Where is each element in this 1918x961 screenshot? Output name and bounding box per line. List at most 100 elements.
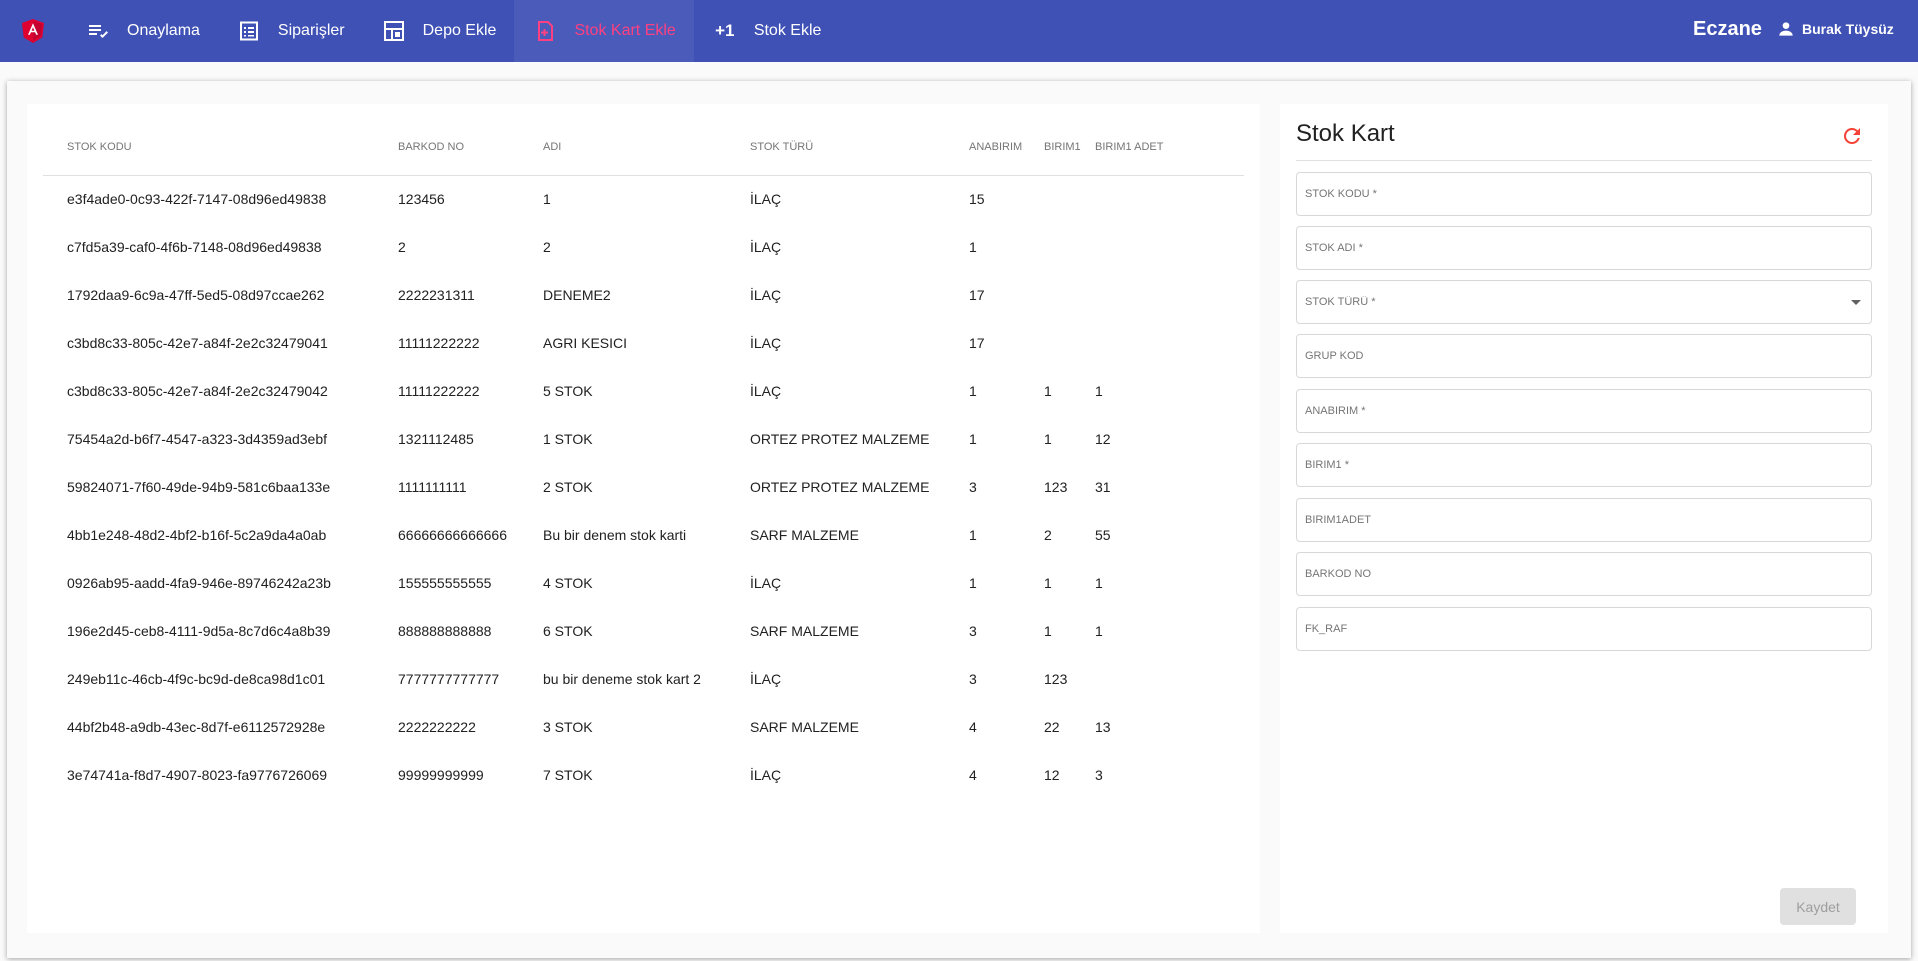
column-header[interactable]: BIRIM1 — [1044, 120, 1095, 176]
table-cell: 15 — [969, 191, 985, 208]
table-cell: 1 — [1095, 575, 1103, 591]
table-cell: 2 STOK — [543, 479, 593, 495]
nav-depo-ekle[interactable]: Depo Ekle — [363, 0, 515, 62]
table-cell — [1095, 655, 1244, 703]
stok-kodu-input[interactable] — [1297, 173, 1871, 215]
anabirim-input[interactable] — [1297, 390, 1871, 432]
dashboard-icon — [381, 18, 407, 44]
table-row[interactable]: c3bd8c33-805c-42e7-a84f-2e2c32479041 1111… — [43, 319, 1244, 367]
table-row[interactable]: e3f4ade0-0c93-422f-7147-08d96ed49838 1234… — [43, 175, 1244, 223]
table-cell: 155555555555 — [398, 575, 492, 591]
table-cell: İLAÇ — [750, 671, 782, 687]
table-cell: 1792daa9-6c9a-47ff-5ed5-08d97ccae262 — [67, 287, 325, 303]
table-cell: 4 — [969, 719, 977, 735]
table-cell: 1 — [969, 527, 977, 543]
table-cell: 59824071-7f60-49de-94b9-581c6baa133e — [67, 479, 331, 495]
column-header[interactable]: BIRIM1 ADET — [1095, 120, 1244, 176]
birim1-input[interactable] — [1297, 444, 1871, 486]
stok-turu-input[interactable] — [1297, 281, 1871, 323]
table-cell: 6 STOK — [543, 623, 593, 639]
table-cell: 31 — [1095, 479, 1111, 495]
table-row[interactable]: 196e2d45-ceb8-4111-9d5a-8c7d6c4a8b39 8888… — [43, 607, 1244, 655]
table-row[interactable]: 59824071-7f60-49de-94b9-581c6baa133e 1111… — [43, 463, 1244, 511]
table-cell: e3f4ade0-0c93-422f-7147-08d96ed49838 — [67, 191, 327, 208]
anabirim-field[interactable] — [1296, 389, 1872, 433]
table-row[interactable]: c3bd8c33-805c-42e7-a84f-2e2c32479042 1111… — [43, 367, 1244, 415]
nav-stok-kart-ekle[interactable]: Stok Kart Ekle — [514, 0, 694, 62]
table-cell: 888888888888 — [398, 623, 492, 639]
table-cell: c7fd5a39-caf0-4f6b-7148-08d96ed49838 — [67, 239, 322, 255]
grup-kod-input[interactable] — [1297, 335, 1871, 377]
table-cell: 3e74741a-f8d7-4907-8023-fa9776726069 — [67, 767, 328, 783]
table-cell: 1 — [1095, 383, 1103, 399]
nav-label: Stok Ekle — [753, 22, 822, 39]
table-cell: 196e2d45-ceb8-4111-9d5a-8c7d6c4a8b39 — [67, 623, 331, 639]
angular-logo-icon[interactable] — [21, 19, 45, 43]
user-name: Burak Tüysüz — [1802, 21, 1894, 37]
table-cell: 75454a2d-b6f7-4547-a323-3d4359ad3ebf — [67, 431, 328, 447]
table-row[interactable]: 0926ab95-aadd-4fa9-946e-89746242a23b 1555… — [43, 559, 1244, 607]
column-header[interactable]: STOK KODU — [43, 120, 398, 176]
stok-kodu-field[interactable] — [1296, 172, 1872, 216]
table-header-row: STOK KODU BARKOD NO ADI STOK TÜRÜ ANABIR… — [43, 120, 1244, 176]
table-cell: 1 — [543, 191, 551, 208]
nav-onaylama[interactable]: Onaylama — [67, 0, 218, 62]
table-cell: 17 — [969, 335, 985, 351]
table-cell: 3 — [969, 479, 977, 495]
birim1adet-input[interactable] — [1297, 499, 1871, 541]
column-header[interactable]: STOK TÜRÜ — [750, 120, 969, 176]
stok-turu-select[interactable] — [1296, 280, 1872, 324]
table-cell: 123 — [1044, 479, 1068, 495]
refresh-icon[interactable] — [1840, 124, 1864, 148]
barkod-no-input[interactable] — [1297, 553, 1871, 595]
stok-adi-field[interactable] — [1296, 226, 1872, 270]
column-header[interactable]: BARKOD NO — [398, 120, 543, 176]
grup-kod-field[interactable] — [1296, 334, 1872, 378]
nav-label: Depo Ekle — [422, 22, 497, 39]
column-header[interactable]: ADI — [543, 120, 750, 176]
save-button[interactable]: Kaydet — [1780, 888, 1856, 925]
table-cell: 3 STOK — [543, 719, 593, 735]
table-cell: 44bf2b48-a9db-43ec-8d7f-e6112572928e — [67, 719, 326, 735]
table-cell: 7 STOK — [543, 767, 593, 783]
fk-raf-input[interactable] — [1297, 608, 1871, 650]
birim1-field[interactable] — [1296, 443, 1872, 487]
table-cell: 1111111111 — [398, 479, 467, 495]
note-add-icon — [532, 18, 558, 44]
nav-siparisler[interactable]: Siparişler — [218, 0, 363, 62]
table-row[interactable]: 1792daa9-6c9a-47ff-5ed5-08d97ccae262 2222… — [43, 271, 1244, 319]
table-row[interactable]: 3e74741a-f8d7-4907-8023-fa9776726069 9999… — [43, 751, 1244, 799]
barkod-no-field[interactable] — [1296, 552, 1872, 596]
table-cell: 0926ab95-aadd-4fa9-946e-89746242a23b — [67, 575, 331, 591]
table-cell: 11111222222 — [398, 335, 480, 351]
table-cell: 1 — [969, 431, 977, 447]
table-row[interactable]: 4bb1e248-48d2-4bf2-b16f-5c2a9da4a0ab 6666… — [43, 511, 1244, 559]
table-cell: 12 — [1044, 767, 1060, 783]
table-body: e3f4ade0-0c93-422f-7147-08d96ed49838 1234… — [43, 175, 1244, 799]
table-cell — [1095, 319, 1244, 367]
table-cell: 7777777777777 — [398, 671, 500, 687]
table-row[interactable]: 249eb11c-46cb-4f9c-bc9d-de8ca98d1c01 7777… — [43, 655, 1244, 703]
table-cell: ORTEZ PROTEZ MALZEME — [750, 431, 930, 447]
user-menu[interactable]: Burak Tüysüz — [1776, 19, 1894, 39]
fk-raf-field[interactable] — [1296, 607, 1872, 651]
birim1adet-field[interactable] — [1296, 498, 1872, 542]
column-header[interactable]: ANABIRIM — [969, 120, 1044, 176]
table-cell: 13 — [1095, 719, 1111, 735]
table-cell: DENEME2 — [543, 287, 611, 303]
table-cell: 4 STOK — [543, 575, 593, 591]
stock-table-card: STOK KODU BARKOD NO ADI STOK TÜRÜ ANABIR… — [27, 104, 1260, 933]
table-cell: 123 — [1044, 671, 1068, 687]
form-title: Stok Kart — [1296, 120, 1395, 147]
nav-label: Onaylama — [127, 22, 200, 39]
table-cell: c3bd8c33-805c-42e7-a84f-2e2c32479041 — [67, 335, 328, 351]
table-cell: 1 — [1044, 383, 1052, 399]
table-cell: 2 — [398, 239, 406, 255]
table-cell: İLAÇ — [750, 383, 782, 399]
table-row[interactable]: 44bf2b48-a9db-43ec-8d7f-e6112572928e 2222… — [43, 703, 1244, 751]
table-row[interactable]: 75454a2d-b6f7-4547-a323-3d4359ad3ebf 1321… — [43, 415, 1244, 463]
table-row[interactable]: c7fd5a39-caf0-4f6b-7148-08d96ed49838 2 2 İL… — [43, 223, 1244, 271]
nav-stok-ekle[interactable]: +1 Stok Ekle — [694, 0, 840, 62]
stok-adi-input[interactable] — [1297, 227, 1871, 269]
table-cell: 2222231311 — [398, 287, 475, 303]
